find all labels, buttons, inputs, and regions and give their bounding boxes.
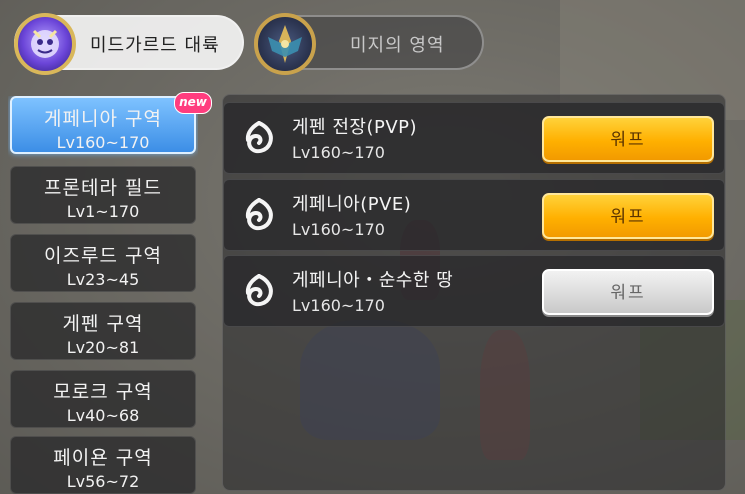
swirl-map-icon — [245, 121, 273, 154]
zone-name: 프론테라 필드 — [44, 177, 162, 199]
swirl-map-icon — [245, 198, 273, 231]
map-level: Lv160~170 — [292, 296, 385, 315]
zone-list[interactable]: 게페니아 구역 Lv160~170 프론테라 필드 Lv1~170 이즈루드 구… — [8, 96, 198, 494]
unknown-realm-crest-icon — [254, 13, 316, 75]
zone-level: Lv40~68 — [66, 406, 140, 425]
swirl-map-icon — [245, 274, 273, 307]
warp-button[interactable]: 워프 — [542, 193, 714, 239]
tab-unknown-realm[interactable]: 미지의 영역 — [254, 13, 484, 75]
zone-name: 게페니아 구역 — [44, 108, 162, 130]
zone-item-izlude[interactable]: 이즈루드 구역 Lv23~45 — [10, 234, 196, 292]
zone-item-geffen[interactable]: 게펜 구역 Lv20~81 — [10, 302, 196, 360]
zone-name: 모로크 구역 — [53, 381, 153, 403]
map-row-gefenia-pve: 게페니아(PVE) Lv160~170 워프 — [223, 179, 725, 251]
map-name: 게페니아(PVE) — [292, 194, 412, 215]
zone-level: Lv20~81 — [66, 338, 140, 357]
map-row-gefenia-pure-land: 게페니아・순수한 땅 Lv160~170 워프 — [223, 255, 725, 327]
warp-button-disabled[interactable]: 워프 — [542, 269, 714, 315]
zone-item-gefenia[interactable]: 게페니아 구역 Lv160~170 — [10, 96, 196, 154]
zone-level: Lv160~170 — [56, 133, 150, 152]
zone-name: 게펜 구역 — [62, 313, 144, 335]
zone-level: Lv1~170 — [66, 202, 140, 221]
zone-item-prontera-field[interactable]: 프론테라 필드 Lv1~170 — [10, 166, 196, 224]
tab-label: 미드가르드 대륙 — [90, 35, 220, 56]
zone-level: Lv56~72 — [66, 472, 140, 491]
zone-level: Lv23~45 — [66, 270, 140, 289]
map-level: Lv160~170 — [292, 220, 385, 239]
tab-label: 미지의 영역 — [350, 35, 445, 56]
map-name: 게펜 전장(PVP) — [292, 117, 418, 138]
map-list-panel: 게펜 전장(PVP) Lv160~170 워프 게페니아(PVE) Lv160~… — [222, 94, 726, 491]
zone-name: 페이욘 구역 — [53, 447, 153, 469]
new-badge: new — [174, 92, 212, 114]
midgard-crest-icon — [14, 13, 76, 75]
tab-midgard[interactable]: 미드가르드 대륙 — [14, 13, 244, 75]
warp-button[interactable]: 워프 — [542, 116, 714, 162]
map-name: 게페니아・순수한 땅 — [292, 270, 454, 291]
zone-item-morroc[interactable]: 모로크 구역 Lv40~68 — [10, 370, 196, 428]
map-level: Lv160~170 — [292, 143, 385, 162]
map-row-gefen-battlefield: 게펜 전장(PVP) Lv160~170 워프 — [223, 102, 725, 174]
zone-item-payon[interactable]: 페이욘 구역 Lv56~72 — [10, 436, 196, 494]
zone-name: 이즈루드 구역 — [44, 245, 162, 267]
